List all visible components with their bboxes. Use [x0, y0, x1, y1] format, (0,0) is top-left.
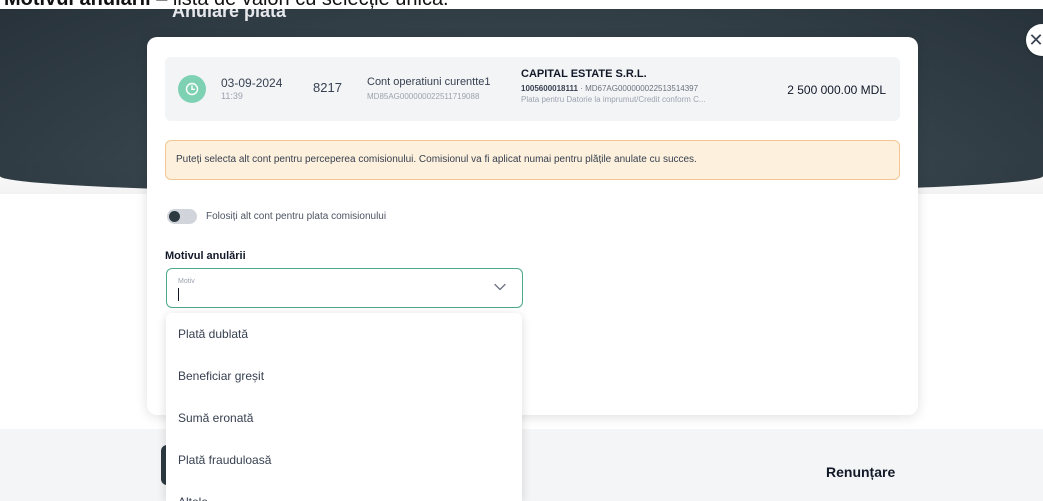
- dropdown-option-fraudulent[interactable]: Plată frauduloasă: [166, 439, 522, 480]
- account-iban: MD85AG000000022511719088: [367, 92, 480, 101]
- payment-number: 8217: [313, 80, 342, 95]
- beneficiary-iban: · MD67AG000000022513514397: [577, 84, 699, 93]
- payment-amount: 2 500 000.00 MDL: [787, 83, 886, 97]
- reason-select[interactable]: Motiv: [166, 268, 523, 308]
- chevron-down-icon: [494, 283, 506, 291]
- payment-date: 03-09-2024: [221, 76, 283, 90]
- caption-rest: – lista de valori cu selecție unică.: [151, 0, 448, 9]
- toggle-knob: [169, 210, 180, 222]
- dropdown-option-wrong-beneficiary[interactable]: Beneficiar greșit: [166, 355, 522, 396]
- payment-summary-row: 03-09-2024 11:39 8217 Cont operatiuni cu…: [165, 57, 900, 121]
- payment-time: 11:39: [221, 91, 243, 101]
- reason-field-label: Motiv: [178, 278, 195, 285]
- clock-icon: [178, 75, 206, 103]
- text-caret: [178, 288, 179, 301]
- beneficiary-details: 1005600018111 · MD67AG000000022513514397: [521, 84, 698, 93]
- reason-dropdown: Plată dublată Beneficiar greșit Sumă ero…: [166, 313, 522, 501]
- commission-toggle-row: Folosiți alt cont pentru plata comisionu…: [167, 207, 386, 225]
- payment-purpose: Plata pentru Datorie la imprumut/Credit …: [521, 95, 706, 104]
- dropdown-option-wrong-amount[interactable]: Sumă eronată: [166, 397, 522, 438]
- reason-label: Motivul anulării: [165, 250, 246, 262]
- close-icon: ✕: [1028, 29, 1043, 50]
- caption-band: Motivul anulării – lista de valori cu se…: [0, 0, 1043, 9]
- dropdown-option-other[interactable]: Altele: [166, 481, 522, 501]
- caption-bold: Motivul anulării: [4, 0, 151, 9]
- cancel-button[interactable]: Renunțare: [826, 464, 895, 480]
- caption-text: Motivul anulării – lista de valori cu se…: [4, 0, 449, 9]
- dropdown-option-duplicate[interactable]: Plată dublată: [166, 313, 522, 354]
- beneficiary-name: CAPITAL ESTATE S.R.L.: [521, 68, 647, 80]
- commission-toggle-label: Folosiți alt cont pentru plata comisionu…: [206, 210, 387, 222]
- beneficiary-code: 1005600018111: [521, 84, 578, 93]
- info-banner: Puteți selecta alt cont pentru percepere…: [165, 140, 900, 180]
- account-name: Cont operatiuni curentte1: [367, 76, 491, 88]
- commission-toggle[interactable]: [167, 208, 197, 224]
